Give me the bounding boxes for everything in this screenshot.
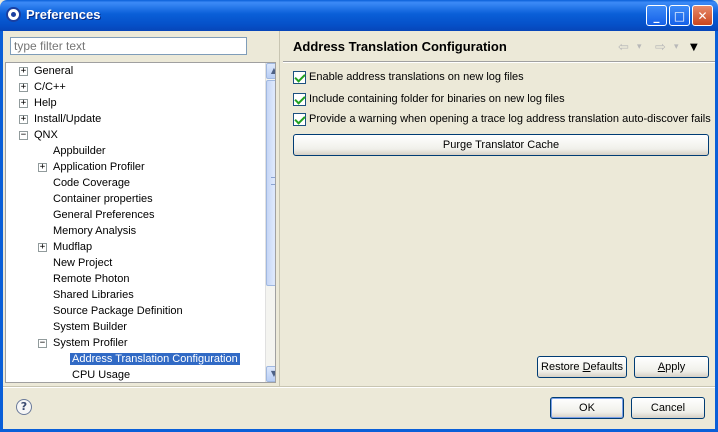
tree-item-new-project[interactable]: New Project bbox=[53, 255, 112, 271]
minimize-button[interactable]: _ bbox=[646, 5, 667, 26]
button-label: pply bbox=[665, 361, 686, 373]
tree-item-label: Remote Photon bbox=[53, 273, 130, 285]
checkbox-checked-icon[interactable] bbox=[293, 113, 306, 126]
tree-item-general-preferences[interactable]: General Preferences bbox=[53, 207, 155, 223]
button-label: efaults bbox=[590, 361, 623, 373]
expand-icon[interactable]: + bbox=[38, 163, 47, 172]
tree-item-help[interactable]: Help bbox=[34, 95, 57, 111]
tree-item-mudflap[interactable]: Mudflap bbox=[53, 239, 92, 255]
tree-item-cpu-usage[interactable]: CPU Usage bbox=[72, 367, 131, 382]
expand-icon[interactable]: + bbox=[19, 67, 28, 76]
tree-scrollbar[interactable]: ▲ ▼ bbox=[265, 63, 275, 382]
filter-input[interactable] bbox=[10, 37, 247, 55]
checkbox-checked-icon[interactable] bbox=[293, 71, 306, 84]
tree-item-label: Appbuilder bbox=[53, 145, 106, 157]
pane-splitter[interactable] bbox=[279, 31, 282, 386]
eclipse-icon bbox=[6, 7, 21, 22]
mnemonic: D bbox=[582, 361, 591, 373]
tree-item-label: Address Translation Configuration bbox=[70, 353, 240, 365]
title-bar: Preferences _ □ ✕ bbox=[0, 0, 718, 31]
tree-item-label: Memory Analysis bbox=[53, 225, 137, 237]
expand-icon[interactable]: + bbox=[19, 99, 28, 108]
preference-tree[interactable]: + General + C/C++ + Help + Install/Updat… bbox=[5, 62, 276, 383]
tree-item-qnx[interactable]: QNX bbox=[34, 127, 58, 143]
tree-item-label: New Project bbox=[53, 257, 113, 269]
tree-item-label: General Preferences bbox=[53, 209, 155, 221]
option-label: Provide a warning when opening a trace l… bbox=[309, 113, 711, 125]
view-menu-icon[interactable]: ▼ bbox=[690, 42, 698, 53]
tree-item-label: Help bbox=[34, 97, 57, 109]
tree-item-label: Code Coverage bbox=[53, 177, 131, 189]
tree-item-system-builder[interactable]: System Builder bbox=[53, 319, 127, 335]
tree-item-label: Application Profiler bbox=[53, 161, 145, 173]
tree-item-install-update[interactable]: Install/Update bbox=[34, 111, 101, 127]
tree-item-label: System Profiler bbox=[53, 337, 128, 349]
tree-item-cpp[interactable]: C/C++ bbox=[34, 79, 66, 95]
option-label: Include containing folder for binaries o… bbox=[309, 93, 565, 105]
button-label: Restore bbox=[541, 361, 583, 373]
footer-separator bbox=[3, 386, 715, 388]
expand-icon[interactable]: + bbox=[19, 83, 28, 92]
tree-item-application-profiler[interactable]: Application Profiler bbox=[53, 159, 145, 175]
purge-translator-cache-button[interactable]: Purge Translator Cache bbox=[293, 134, 709, 156]
mnemonic: A bbox=[657, 361, 666, 373]
collapse-icon[interactable]: − bbox=[38, 339, 47, 348]
ok-button[interactable]: OK bbox=[550, 397, 624, 419]
page-title: Address Translation Configuration bbox=[293, 39, 507, 54]
collapse-icon[interactable]: − bbox=[19, 131, 28, 140]
title-separator bbox=[283, 61, 715, 63]
cancel-button[interactable]: Cancel bbox=[631, 397, 705, 419]
tree-item-address-translation-configuration[interactable]: Address Translation Configuration bbox=[70, 351, 240, 367]
scroll-down-icon[interactable]: ▼ bbox=[266, 366, 275, 382]
tree-item-label: CPU Usage bbox=[72, 369, 131, 381]
tree-item-label: C/C++ bbox=[34, 81, 66, 93]
tree-item-label: QNX bbox=[34, 129, 58, 141]
window-title: Preferences bbox=[26, 7, 101, 22]
tree-item-code-coverage[interactable]: Code Coverage bbox=[53, 175, 130, 191]
maximize-button[interactable]: □ bbox=[669, 5, 690, 26]
tree-item-shared-libraries[interactable]: Shared Libraries bbox=[53, 287, 134, 303]
back-arrow-icon[interactable]: ⇦ bbox=[618, 40, 629, 55]
scroll-up-icon[interactable]: ▲ bbox=[266, 63, 275, 79]
option-label: Enable address translations on new log f… bbox=[309, 71, 524, 83]
forward-menu-icon[interactable]: ▾ bbox=[674, 42, 679, 52]
tree-item-label: General bbox=[34, 65, 74, 77]
expand-icon[interactable]: + bbox=[38, 243, 47, 252]
tree-item-remote-photon[interactable]: Remote Photon bbox=[53, 271, 129, 287]
apply-button[interactable]: Apply bbox=[634, 356, 709, 378]
tree-item-label: System Builder bbox=[53, 321, 127, 333]
tree-item-label: Shared Libraries bbox=[53, 289, 134, 301]
tree-item-memory-analysis[interactable]: Memory Analysis bbox=[53, 223, 136, 239]
expand-icon[interactable]: + bbox=[19, 115, 28, 124]
tree-item-general[interactable]: General bbox=[34, 63, 73, 79]
tree-item-appbuilder[interactable]: Appbuilder bbox=[53, 143, 106, 159]
checkbox-checked-icon[interactable] bbox=[293, 93, 306, 106]
grip-icon bbox=[271, 177, 275, 185]
tree-item-container-properties[interactable]: Container properties bbox=[53, 191, 153, 207]
forward-arrow-icon[interactable]: ⇨ bbox=[655, 40, 666, 55]
restore-defaults-button[interactable]: Restore Defaults bbox=[537, 356, 627, 378]
tree-item-label: Container properties bbox=[53, 193, 153, 205]
tree-item-label: Source Package Definition bbox=[53, 305, 183, 317]
tree-item-label: Mudflap bbox=[53, 241, 93, 253]
close-button[interactable]: ✕ bbox=[692, 5, 713, 26]
tree-item-system-profiler[interactable]: System Profiler bbox=[53, 335, 128, 351]
back-menu-icon[interactable]: ▾ bbox=[637, 42, 642, 52]
help-icon[interactable]: ? bbox=[16, 399, 32, 415]
tree-item-label: Install/Update bbox=[34, 113, 102, 125]
tree-item-source-package-definition[interactable]: Source Package Definition bbox=[53, 303, 183, 319]
scroll-thumb[interactable] bbox=[266, 80, 275, 286]
